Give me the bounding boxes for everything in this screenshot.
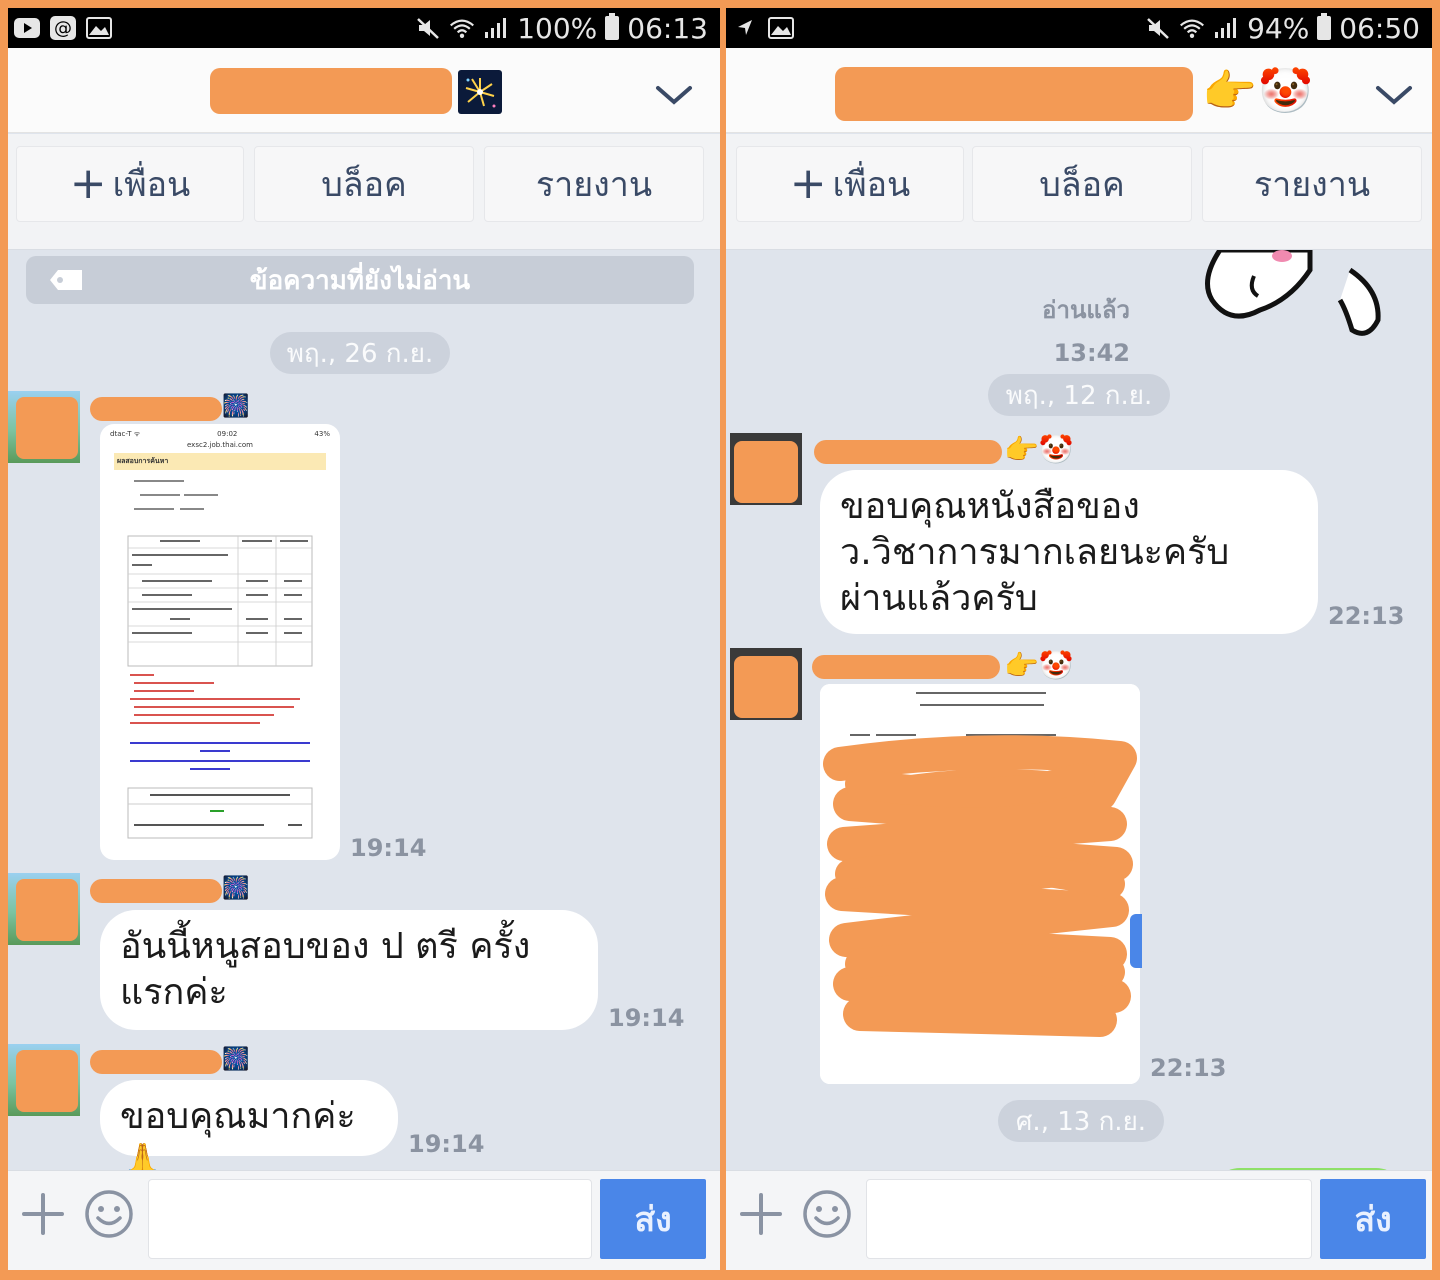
sender-avatar[interactable] <box>730 648 802 720</box>
text-message-bubble[interactable]: ขอบคุณมากค่ะ 🙏 <box>100 1080 398 1183</box>
block-button[interactable]: บล็อค <box>254 146 474 222</box>
clock: 06:13 <box>627 11 708 45</box>
chat-area[interactable]: อ่านแล้ว 13:42 พฤ., 12 ก.ย. 👉🤡 ขอบคุณหนั… <box>726 250 1432 1198</box>
plus-icon[interactable] <box>20 1191 66 1237</box>
text-message-bubble[interactable]: อันนี้หนูสอบของ ป ตรี ครั้ง แรกค่ะ <box>100 910 598 1030</box>
emoji-icon[interactable] <box>84 1189 134 1239</box>
chat-area[interactable]: ข้อความที่ยังไม่อ่าน พฤ., 26 ก.ย. 🎆 dtac… <box>8 250 720 1183</box>
date-separator: พฤ., 12 ก.ย. <box>988 374 1170 416</box>
sender-emoji: 🎆 <box>222 876 250 901</box>
unread-label: ข้อความที่ยังไม่อ่าน <box>249 265 471 296</box>
message-time: 19:14 <box>608 1004 685 1032</box>
sticker-image[interactable] <box>1200 250 1400 350</box>
status-bar: @ 100% 06:13 <box>8 8 720 48</box>
signal-icon <box>483 16 509 40</box>
contact-name-redacted <box>210 68 452 114</box>
chevron-down-icon[interactable] <box>652 72 696 116</box>
report-label: รายงาน <box>1253 165 1371 205</box>
right-screenshot: 94% 06:50 👉 🤡 +เพื่อน บล็อค รายงาน อ่าน <box>726 8 1432 1270</box>
left-screenshot: @ 100% 06:13 + เพื่อน บล็อค รายงาน ข้อคว… <box>8 8 720 1270</box>
add-friend-label: เพื่อน <box>112 165 191 205</box>
wifi-icon <box>1179 16 1205 40</box>
sender-name-redacted <box>814 440 1002 464</box>
sender-emoji: 🎆 <box>222 394 250 419</box>
clown-emoji: 🤡 <box>1258 66 1313 117</box>
document-screenshot: dtac-T ᯤ 09:02 43% exsc2.job.thai.com ผลสอ… <box>106 428 334 854</box>
sender-emoji: 👉🤡 <box>1004 433 1074 466</box>
chat-header: 👉 🤡 <box>726 48 1432 133</box>
message-time: 22:13 <box>1150 1054 1227 1082</box>
pointing-hand-emoji: 👉 <box>1202 66 1257 117</box>
signal-icon <box>1213 16 1239 40</box>
message-input-bar: ส่ง <box>8 1170 720 1270</box>
read-time: 13:42 <box>1053 339 1130 367</box>
at-icon: @ <box>50 16 76 40</box>
date-separator: ศ., 13 ก.ย. <box>998 1100 1164 1142</box>
plus-icon: + <box>69 158 107 209</box>
send-button[interactable]: ส่ง <box>1320 1179 1426 1259</box>
chat-header <box>8 48 720 133</box>
send-button[interactable]: ส่ง <box>600 1179 706 1259</box>
sender-name-redacted <box>812 655 1000 679</box>
svg-text:@: @ <box>54 18 72 39</box>
text-message-bubble[interactable]: ขอบคุณหนังสือของ ว.วิชาการมากเลยนะครับ ผ… <box>820 470 1318 634</box>
plus-icon: + <box>789 158 827 209</box>
message-text: อันนี้หนูสอบของ ป ตรี ครั้ง แรกค่ะ <box>120 926 531 1013</box>
clock: 06:50 <box>1339 11 1420 45</box>
sender-name-redacted <box>90 1050 222 1074</box>
sender-name-redacted <box>90 879 222 903</box>
report-button[interactable]: รายงาน <box>484 146 704 222</box>
message-time: 19:14 <box>408 1130 485 1158</box>
message-input-bar: ส่ง <box>726 1170 1432 1270</box>
add-friend-button[interactable]: + เพื่อน <box>736 146 964 222</box>
report-button[interactable]: รายงาน <box>1202 146 1422 222</box>
sender-avatar[interactable] <box>8 1044 80 1116</box>
action-bar: + เพื่อน บล็อค รายงาน <box>726 134 1432 250</box>
date-separator: พฤ., 26 ก.ย. <box>270 332 450 374</box>
message-input[interactable] <box>148 1179 592 1259</box>
sender-name-redacted <box>90 397 222 421</box>
send-label: ส่ง <box>1354 1200 1392 1240</box>
chevron-down-icon[interactable] <box>1372 72 1416 116</box>
emoji-icon[interactable] <box>802 1189 852 1239</box>
report-label: รายงาน <box>535 165 653 205</box>
message-input[interactable] <box>866 1179 1312 1259</box>
unread-divider: ข้อความที่ยังไม่อ่าน <box>26 256 694 304</box>
sender-avatar[interactable] <box>8 391 80 463</box>
message-time: 19:14 <box>350 834 427 862</box>
sender-avatar[interactable] <box>8 873 80 945</box>
mute-icon <box>1145 16 1171 40</box>
scroll-indicator[interactable] <box>1130 914 1142 968</box>
gallery-icon <box>86 16 112 40</box>
sender-avatar[interactable] <box>730 433 802 505</box>
block-button[interactable]: บล็อค <box>972 146 1192 222</box>
gallery-icon <box>768 16 794 40</box>
battery-percent: 94% <box>1247 11 1310 45</box>
sender-emoji: 🎆 <box>222 1047 250 1072</box>
status-bar: 94% 06:50 <box>726 8 1432 48</box>
message-text: ขอบคุณหนังสือของ ว.วิชาการมากเลยนะครับ ผ… <box>840 486 1230 619</box>
youtube-icon <box>14 16 40 40</box>
battery-icon <box>605 13 620 40</box>
navigation-icon <box>732 16 758 40</box>
action-bar: + เพื่อน บล็อค รายงาน <box>8 134 720 250</box>
tag-icon <box>50 270 82 290</box>
mute-icon <box>415 16 441 40</box>
wifi-icon <box>449 16 475 40</box>
image-message[interactable]: dtac-T ᯤ 09:02 43% exsc2.job.thai.com ผลสอ… <box>100 424 340 860</box>
plus-icon[interactable] <box>738 1191 784 1237</box>
add-friend-button[interactable]: + เพื่อน <box>16 146 244 222</box>
send-label: ส่ง <box>634 1200 672 1240</box>
contact-avatar-fireworks <box>458 70 502 114</box>
block-label: บล็อค <box>1039 165 1125 205</box>
image-message-redacted-document[interactable] <box>820 684 1140 1084</box>
add-friend-label: เพื่อน <box>832 165 911 205</box>
read-receipt: อ่านแล้ว 13:42 <box>1006 290 1130 367</box>
message-time: 22:13 <box>1328 602 1405 630</box>
sender-emoji: 👉🤡 <box>1004 649 1074 682</box>
battery-icon <box>1317 13 1332 40</box>
battery-percent: 100% <box>517 11 598 45</box>
contact-name-redacted <box>835 67 1193 121</box>
block-label: บล็อค <box>321 165 407 205</box>
